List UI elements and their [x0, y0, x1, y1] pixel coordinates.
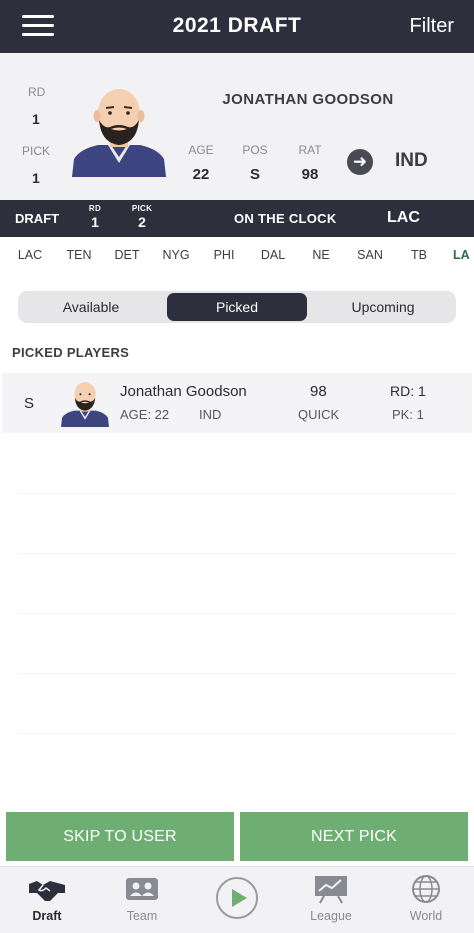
- divider: [18, 553, 456, 554]
- on-the-clock-label: ON THE CLOCK: [234, 211, 337, 226]
- team-tab[interactable]: LAC: [5, 248, 55, 262]
- pick-number: PK: 1: [392, 407, 424, 422]
- current-pick-label: PICK: [131, 204, 153, 213]
- segment-upcoming[interactable]: Upcoming: [313, 293, 453, 321]
- section-title: PICKED PLAYERS: [12, 345, 130, 360]
- top-app-bar: 2021 DRAFT Filter: [0, 0, 474, 53]
- rating-label: RAT: [298, 143, 322, 157]
- tab-league[interactable]: League: [291, 873, 371, 923]
- team-tab[interactable]: NYG: [151, 248, 201, 262]
- handshake-icon: [7, 873, 87, 905]
- team-tab[interactable]: DET: [102, 248, 152, 262]
- player-avatar: [72, 89, 166, 177]
- player-name: Jonathan Goodson: [120, 383, 247, 400]
- divider: [18, 613, 456, 614]
- list-item[interactable]: S Jonathan Goodson AGE: 22 IND 98 QUICK …: [2, 373, 472, 433]
- age-value: 22: [192, 166, 210, 183]
- arrow-right-icon[interactable]: ➜: [347, 149, 373, 175]
- player-position: S: [24, 395, 35, 412]
- divider: [18, 673, 456, 674]
- play-icon[interactable]: [216, 877, 258, 919]
- filter-button[interactable]: Filter: [410, 15, 454, 38]
- bottom-tab-bar: Draft Team League World: [0, 866, 474, 933]
- segment-available[interactable]: Available: [21, 293, 161, 321]
- segment-picked[interactable]: Picked: [167, 293, 307, 321]
- age-stat: AGE 22: [179, 143, 223, 183]
- tab-draft[interactable]: Draft: [7, 873, 87, 923]
- position-value: S: [249, 166, 260, 183]
- current-round: RD 1: [84, 204, 106, 230]
- tab-world[interactable]: World: [386, 873, 466, 923]
- skip-to-user-button[interactable]: SKIP TO USER: [6, 812, 234, 861]
- team-tab[interactable]: SAN: [345, 248, 395, 262]
- team-tab[interactable]: NE: [296, 248, 346, 262]
- divider: [18, 493, 456, 494]
- player-rating: 98: [310, 383, 327, 400]
- roster-icon: [102, 873, 182, 905]
- position-label: POS: [242, 143, 268, 157]
- position-stat: POS S: [233, 143, 277, 183]
- age-label: AGE: [188, 143, 214, 157]
- team-order-scroller[interactable]: LAC TEN DET NYG PHI DAL NE SAN TB LA: [0, 237, 474, 275]
- current-pick-value: 2: [138, 214, 146, 230]
- team-tab[interactable]: LA: [441, 248, 474, 262]
- current-round-value: 1: [91, 214, 99, 230]
- tab-world-label: World: [409, 909, 443, 923]
- pick-value: 1: [32, 170, 40, 186]
- team-tab[interactable]: DAL: [248, 248, 298, 262]
- tab-team-label: Team: [126, 909, 158, 923]
- player-list-segmented-control: Available Picked Upcoming: [18, 291, 456, 323]
- current-pick-card: RD 1 PICK 1 JONATHAN GOODSON AGE 22 POS …: [0, 53, 474, 200]
- current-pick: PICK 2: [128, 204, 156, 230]
- rating-stat: RAT 98: [288, 143, 332, 183]
- tab-team[interactable]: Team: [102, 873, 182, 923]
- pick-round: RD: 1: [390, 383, 426, 399]
- drafted-team: IND: [395, 150, 428, 171]
- on-the-clock-team: LAC: [387, 209, 420, 226]
- player-team: IND: [199, 407, 222, 422]
- round-label: RD: [28, 85, 46, 99]
- player-name: JONATHAN GOODSON: [222, 91, 394, 108]
- pick-label: PICK: [22, 144, 51, 158]
- draft-label: DRAFT: [15, 211, 60, 226]
- team-tab[interactable]: PHI: [199, 248, 249, 262]
- divider: [18, 733, 456, 734]
- rating-value: 98: [301, 166, 319, 183]
- team-tab[interactable]: TEN: [54, 248, 104, 262]
- current-round-label: RD: [88, 204, 102, 213]
- round-value: 1: [32, 111, 40, 127]
- tab-league-label: League: [310, 909, 352, 923]
- chart-board-icon: [291, 873, 371, 905]
- player-trait: QUICK: [298, 407, 340, 422]
- tab-draft-label: Draft: [32, 909, 62, 923]
- page-title: 2021 DRAFT: [172, 14, 302, 37]
- next-pick-button[interactable]: NEXT PICK: [240, 812, 468, 861]
- player-age: AGE: 22: [120, 407, 170, 422]
- player-avatar: [61, 382, 109, 427]
- team-tab[interactable]: TB: [394, 248, 444, 262]
- draft-status-bar: DRAFT RD 1 PICK 2 ON THE CLOCK LAC: [0, 200, 474, 237]
- globe-icon: [386, 873, 466, 905]
